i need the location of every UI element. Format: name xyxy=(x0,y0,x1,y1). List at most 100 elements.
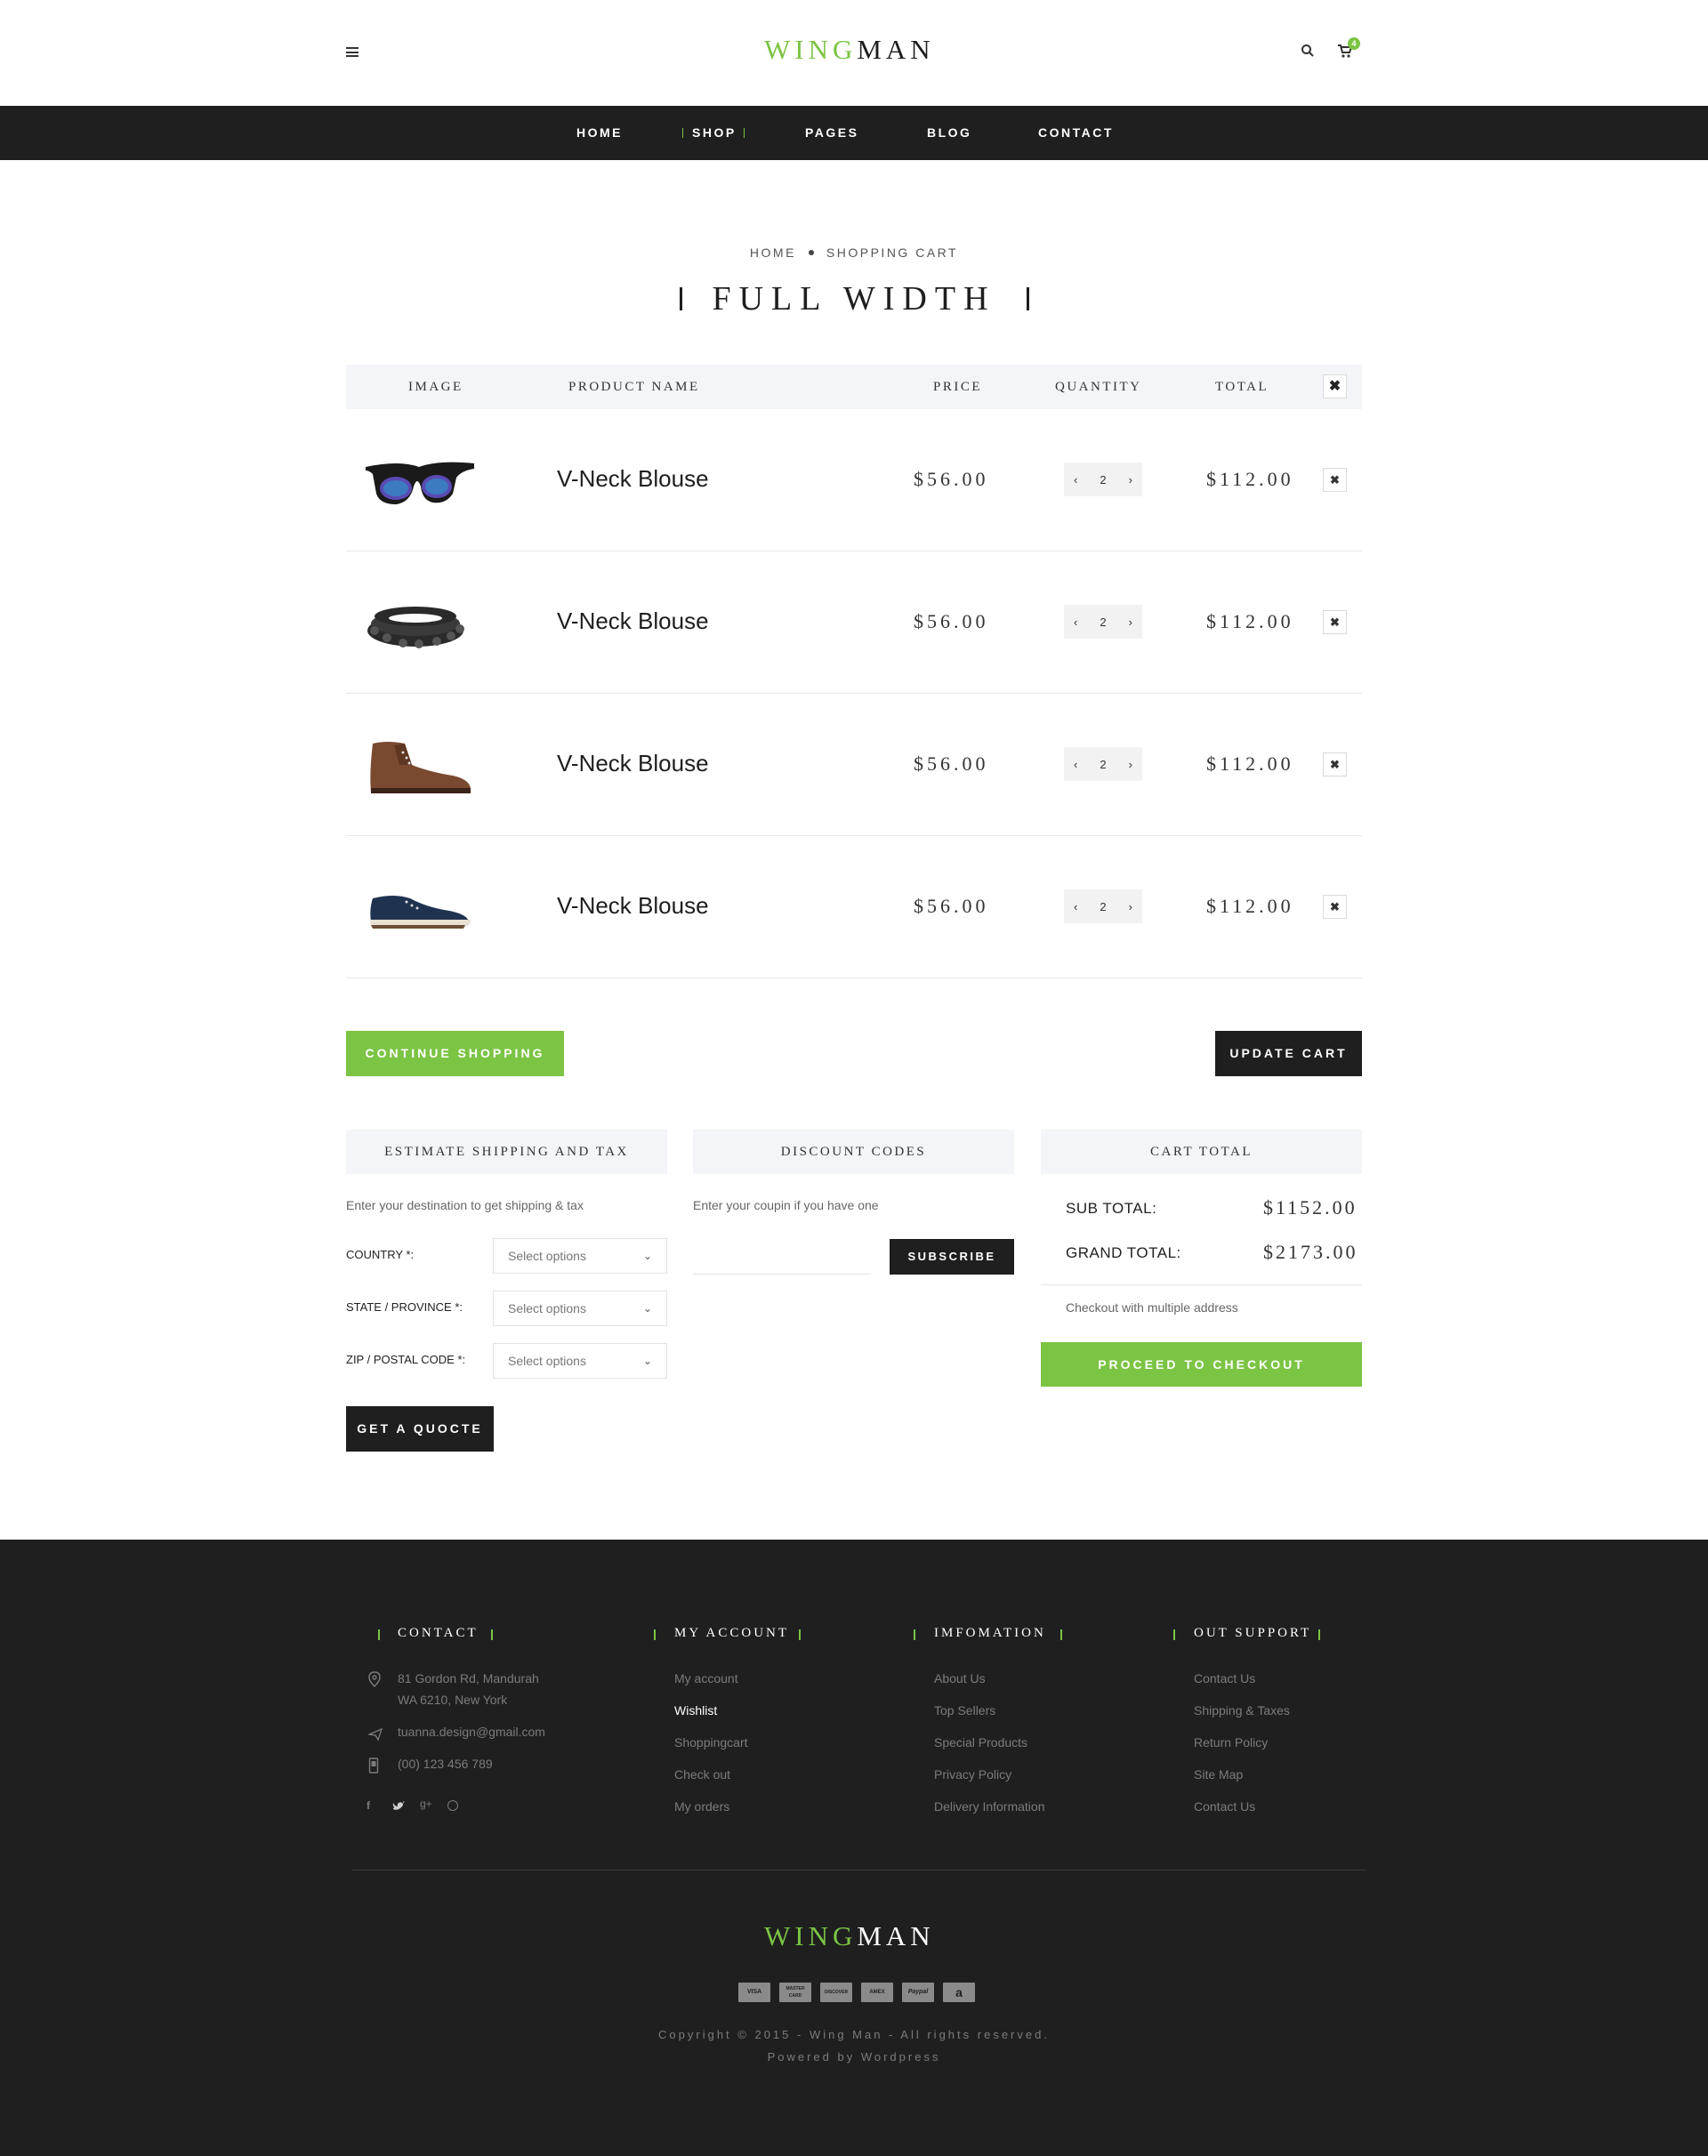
visa-icon: VISA xyxy=(738,1983,770,2002)
state-select[interactable]: Select options ⌄ xyxy=(493,1291,667,1326)
breadcrumb-current: SHOPPING CART xyxy=(826,245,959,260)
heading-bar xyxy=(378,1629,380,1640)
heading-bar xyxy=(491,1629,493,1640)
qty-decrease-button[interactable]: ‹ xyxy=(1074,900,1077,913)
discount-code-input[interactable] xyxy=(693,1239,871,1275)
footer-link-top-sellers[interactable]: Top Sellers xyxy=(934,1703,995,1718)
qty-decrease-button[interactable]: ‹ xyxy=(1074,758,1077,771)
qty-decrease-button[interactable]: ‹ xyxy=(1074,615,1077,629)
product-image-bracelet[interactable] xyxy=(364,599,467,656)
footer-link-my-orders[interactable]: My orders xyxy=(674,1799,729,1814)
product-price: $56.00 xyxy=(914,610,989,632)
qty-value[interactable]: 2 xyxy=(1100,900,1106,913)
update-cart-button[interactable]: UPDATE CART xyxy=(1215,1031,1362,1076)
footer-information-title: IMFOMATION xyxy=(934,1626,1046,1640)
col-price: PRICE xyxy=(933,380,983,394)
footer-link-site-map[interactable]: Site Map xyxy=(1194,1767,1243,1782)
zip-select[interactable]: Select options ⌄ xyxy=(493,1343,667,1379)
menu-icon[interactable] xyxy=(346,47,359,57)
twitter-icon[interactable] xyxy=(392,1800,405,1816)
remove-item-button[interactable]: ✖ xyxy=(1323,752,1347,776)
continue-shopping-button[interactable]: CONTINUE SHOPPING xyxy=(346,1031,564,1076)
country-select[interactable]: Select options ⌄ xyxy=(493,1238,667,1274)
cart-row: V-Neck Blouse $56.00 ‹ 2 › $112.00 ✖ xyxy=(346,409,1362,551)
product-price: $56.00 xyxy=(914,752,989,775)
chevron-down-icon: ⌄ xyxy=(642,1302,652,1315)
footer-link-contact-us[interactable]: Contact Us xyxy=(1194,1671,1255,1685)
row-total: $112.00 xyxy=(1206,610,1294,632)
multi-address-link[interactable]: Checkout with multiple address xyxy=(1066,1300,1238,1315)
col-total: TOTAL xyxy=(1215,380,1269,394)
site-logo[interactable]: WINGMAN xyxy=(764,34,935,66)
paper-plane-icon xyxy=(367,1727,383,1745)
nav-contact[interactable]: CONTACT xyxy=(1038,106,1114,160)
cart-row: V-Neck Blouse $56.00 ‹ 2 › $112.00 ✖ xyxy=(346,694,1362,836)
qty-value[interactable]: 2 xyxy=(1100,615,1106,629)
remove-item-button[interactable]: ✖ xyxy=(1323,895,1347,919)
main-navigation: HOME SHOP PAGES BLOG CONTACT xyxy=(0,106,1708,160)
footer-link-special-products[interactable]: Special Products xyxy=(934,1735,1027,1750)
chevron-down-icon: ⌄ xyxy=(642,1355,652,1367)
product-name[interactable]: V-Neck Blouse xyxy=(557,465,709,493)
quantity-stepper[interactable]: ‹ 2 › xyxy=(1064,605,1142,639)
qty-decrease-button[interactable]: ‹ xyxy=(1074,473,1077,487)
nav-shop[interactable]: SHOP xyxy=(682,106,745,160)
quantity-stepper[interactable]: ‹ 2 › xyxy=(1064,889,1142,923)
nav-blog[interactable]: BLOG xyxy=(927,106,971,160)
footer-link-privacy-policy[interactable]: Privacy Policy xyxy=(934,1767,1011,1782)
search-icon[interactable] xyxy=(1301,44,1315,58)
get-quote-button[interactable]: GET A QUOCTE xyxy=(346,1406,494,1452)
quantity-stepper[interactable]: ‹ 2 › xyxy=(1064,463,1142,496)
heading-bar xyxy=(654,1629,656,1640)
state-label: STATE / PROVINCE *: xyxy=(346,1300,463,1314)
proceed-to-checkout-button[interactable]: PROCEED TO CHECKOUT xyxy=(1041,1342,1362,1387)
qty-value[interactable]: 2 xyxy=(1100,473,1106,487)
qty-increase-button[interactable]: › xyxy=(1129,615,1132,629)
footer-email[interactable]: tuanna.design@gmail.com xyxy=(398,1725,545,1739)
pinterest-icon[interactable] xyxy=(447,1800,458,1811)
amex-icon: AMEX xyxy=(861,1983,893,2002)
sub-total-label: SUB TOTAL: xyxy=(1066,1200,1157,1217)
product-name[interactable]: V-Neck Blouse xyxy=(557,750,709,777)
product-price: $56.00 xyxy=(914,468,989,490)
footer-link-contact-us-2[interactable]: Contact Us xyxy=(1194,1799,1255,1814)
quantity-stepper[interactable]: ‹ 2 › xyxy=(1064,747,1142,781)
footer-link-shoppingcart[interactable]: Shoppingcart xyxy=(674,1735,748,1750)
google-plus-icon[interactable]: g+ xyxy=(420,1798,432,1810)
qty-value[interactable]: 2 xyxy=(1100,758,1106,771)
country-label: COUNTRY *: xyxy=(346,1248,415,1261)
footer-link-delivery-information[interactable]: Delivery Information xyxy=(934,1799,1045,1814)
facebook-icon[interactable]: f xyxy=(367,1799,375,1812)
heading-bar xyxy=(1060,1629,1062,1640)
qty-increase-button[interactable]: › xyxy=(1129,473,1132,487)
phone-icon xyxy=(368,1758,379,1778)
product-image-sunglasses[interactable] xyxy=(364,458,474,511)
footer-link-about-us[interactable]: About Us xyxy=(934,1671,986,1685)
nav-pages[interactable]: PAGES xyxy=(805,106,858,160)
cart-total-panel-title: CART TOTAL xyxy=(1041,1130,1362,1174)
footer-link-return-policy[interactable]: Return Policy xyxy=(1194,1735,1268,1750)
product-name[interactable]: V-Neck Blouse xyxy=(557,892,709,920)
product-name[interactable]: V-Neck Blouse xyxy=(557,607,709,635)
qty-increase-button[interactable]: › xyxy=(1129,900,1132,913)
breadcrumb-home[interactable]: HOME xyxy=(750,245,796,260)
nav-home[interactable]: HOME xyxy=(576,106,623,160)
amazon-icon: a xyxy=(943,1983,975,2002)
qty-increase-button[interactable]: › xyxy=(1129,758,1132,771)
footer-link-shipping-taxes[interactable]: Shipping & Taxes xyxy=(1194,1703,1290,1718)
product-image-navy-sneaker[interactable] xyxy=(367,891,474,935)
copyright-text: Copyright © 2015 - Wing Man - All rights… xyxy=(658,2028,1050,2041)
footer-link-my-account[interactable]: My account xyxy=(674,1671,738,1685)
remove-item-button[interactable]: ✖ xyxy=(1323,610,1347,634)
col-quantity: QUANTITY xyxy=(1055,380,1142,394)
clear-cart-button[interactable]: ✖ xyxy=(1323,374,1347,398)
footer-link-check-out[interactable]: Check out xyxy=(674,1767,730,1782)
row-total: $112.00 xyxy=(1206,468,1294,490)
footer-logo[interactable]: WINGMAN xyxy=(764,1920,935,1952)
product-image-brown-boot[interactable] xyxy=(367,738,474,801)
subscribe-button[interactable]: SUBSCRIBE xyxy=(890,1239,1014,1275)
remove-item-button[interactable]: ✖ xyxy=(1323,468,1347,492)
footer-link-wishlist[interactable]: Wishlist xyxy=(674,1703,717,1718)
row-total: $112.00 xyxy=(1206,895,1294,917)
col-product-name: PRODUCT NAME xyxy=(568,380,700,394)
